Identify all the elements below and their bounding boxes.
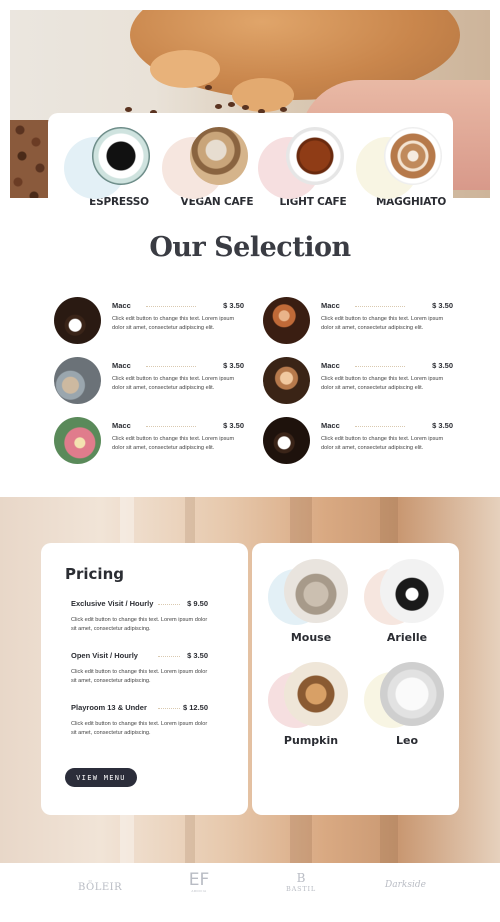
coffee-bean xyxy=(280,107,287,112)
pricing-row: Exclusive Visit / Hourly $ 9.50 Click ed… xyxy=(71,599,208,634)
pricing-row-leader xyxy=(158,604,180,605)
logo-bastil: B BASTIL xyxy=(286,871,316,893)
logo-bastil-text: BASTIL xyxy=(286,885,316,893)
menu-item-name: Macc xyxy=(321,421,340,430)
menu-item-name: Macc xyxy=(112,301,131,310)
cat-name: Leo xyxy=(395,734,419,747)
pricing-title: Pricing xyxy=(65,565,124,583)
cat-name: Arielle xyxy=(386,631,428,644)
menu-item[interactable]: Macc $ 3.50 Click edit button to change … xyxy=(263,357,453,407)
logo-bastil-mark: B xyxy=(296,871,306,885)
pricing-row-leader xyxy=(158,656,180,657)
cat-photo xyxy=(380,559,444,623)
menu-item-leader xyxy=(146,366,196,367)
menu-item-name: Macc xyxy=(321,301,340,310)
drink-vegan-cafe[interactable]: VEGAN CAFE xyxy=(162,127,260,208)
cats-card: Mouse Arielle Pumpkin Leo xyxy=(252,543,459,815)
menu-item-description: Click edit button to change this text. L… xyxy=(321,436,444,451)
menu-item-photo xyxy=(54,357,101,404)
pricing-row-price: $ 12.50 xyxy=(182,703,208,712)
logo-darkside: Darkside xyxy=(385,880,426,890)
cat-paw xyxy=(150,50,220,88)
menu-item-photo xyxy=(263,417,310,464)
drinks-card: ESPRESSO VEGAN CAFE LIGHT CAFE MAGGHIATO xyxy=(48,113,453,223)
logo-boleir: BÖLEIR xyxy=(78,882,123,893)
coffee-bean xyxy=(242,105,249,110)
logo-ardifia: EF ARDIFIA xyxy=(186,871,212,893)
coffee-beans xyxy=(10,120,50,198)
menu-item-photo xyxy=(54,417,101,464)
pricing-row: Open Visit / Hourly $ 3.50 Click edit bu… xyxy=(71,651,208,686)
selection-title: Our Selection xyxy=(149,232,351,263)
cat-leo[interactable]: Leo xyxy=(358,662,448,747)
coffee-bean xyxy=(215,104,222,109)
menu-item-photo xyxy=(263,297,310,344)
menu-item[interactable]: Macc $ 3.50 Click edit button to change … xyxy=(54,357,244,407)
menu-item-name: Macc xyxy=(112,361,131,370)
cat-mouse[interactable]: Mouse xyxy=(262,559,352,644)
vegan-cafe-cup-image xyxy=(190,127,248,185)
menu-item-price: $ 3.50 xyxy=(432,361,453,370)
drink-espresso[interactable]: ESPRESSO xyxy=(64,127,162,208)
espresso-cup-image xyxy=(92,127,150,185)
menu-item-price: $ 3.50 xyxy=(223,421,244,430)
menu-item[interactable]: Macc $ 3.50 Click edit button to change … xyxy=(263,297,453,347)
view-menu-button[interactable]: VIEW MENU xyxy=(65,768,137,787)
pricing-row-leader xyxy=(158,708,180,709)
menu-item-name: Macc xyxy=(112,421,131,430)
coffee-bean xyxy=(228,102,235,107)
pricing-card: Pricing Exclusive Visit / Hourly $ 9.50 … xyxy=(41,543,248,815)
menu-item-description: Click edit button to change this text. L… xyxy=(112,436,235,451)
menu-item[interactable]: Macc $ 3.50 Click edit button to change … xyxy=(54,417,244,467)
pricing-row-description: Click edit button to change this text. L… xyxy=(71,669,208,684)
menu-item-description: Click edit button to change this text. L… xyxy=(321,316,444,331)
light-cafe-cup-image xyxy=(286,127,344,185)
pricing-row-description: Click edit button to change this text. L… xyxy=(71,617,208,632)
menu-item-leader xyxy=(146,426,196,427)
menu-item-price: $ 3.50 xyxy=(223,301,244,310)
pricing-row-price: $ 3.50 xyxy=(187,651,208,660)
menu-item-price: $ 3.50 xyxy=(432,421,453,430)
drink-magghiato[interactable]: MAGGHIATO xyxy=(356,127,454,208)
cat-pumpkin[interactable]: Pumpkin xyxy=(262,662,352,747)
cat-photo xyxy=(284,559,348,623)
coffee-bean xyxy=(205,85,212,90)
cat-photo xyxy=(380,662,444,726)
cat-name: Mouse xyxy=(290,631,332,644)
menu-item-description: Click edit button to change this text. L… xyxy=(112,376,235,391)
coffee-bean xyxy=(125,107,132,112)
cat-photo xyxy=(284,662,348,726)
menu-item-description: Click edit button to change this text. L… xyxy=(112,316,235,331)
pricing-row: Playroom 13 & Under $ 12.50 Click edit b… xyxy=(71,703,208,738)
menu-item-photo xyxy=(54,297,101,344)
menu-item-price: $ 3.50 xyxy=(223,361,244,370)
menu-item[interactable]: Macc $ 3.50 Click edit button to change … xyxy=(263,417,453,467)
menu-item-price: $ 3.50 xyxy=(432,301,453,310)
logo-ardifia-mark: EF xyxy=(188,870,210,890)
partner-logos: BÖLEIR EF ARDIFIA B BASTIL Darkside xyxy=(0,863,500,922)
menu-item-leader xyxy=(146,306,196,307)
menu-item-name: Macc xyxy=(321,361,340,370)
menu-item[interactable]: Macc $ 3.50 Click edit button to change … xyxy=(54,297,244,347)
cat-name: Pumpkin xyxy=(283,734,339,747)
menu-item-leader xyxy=(355,426,405,427)
pricing-row-price: $ 9.50 xyxy=(187,599,208,608)
menu-item-description: Click edit button to change this text. L… xyxy=(321,376,444,391)
menu-item-leader xyxy=(355,366,405,367)
cat-arielle[interactable]: Arielle xyxy=(358,559,448,644)
drink-light-cafe[interactable]: LIGHT CAFE xyxy=(258,127,356,208)
magghiato-cup-image xyxy=(384,127,442,185)
pricing-row-description: Click edit button to change this text. L… xyxy=(71,721,208,736)
menu-item-photo xyxy=(263,357,310,404)
menu-item-leader xyxy=(355,306,405,307)
